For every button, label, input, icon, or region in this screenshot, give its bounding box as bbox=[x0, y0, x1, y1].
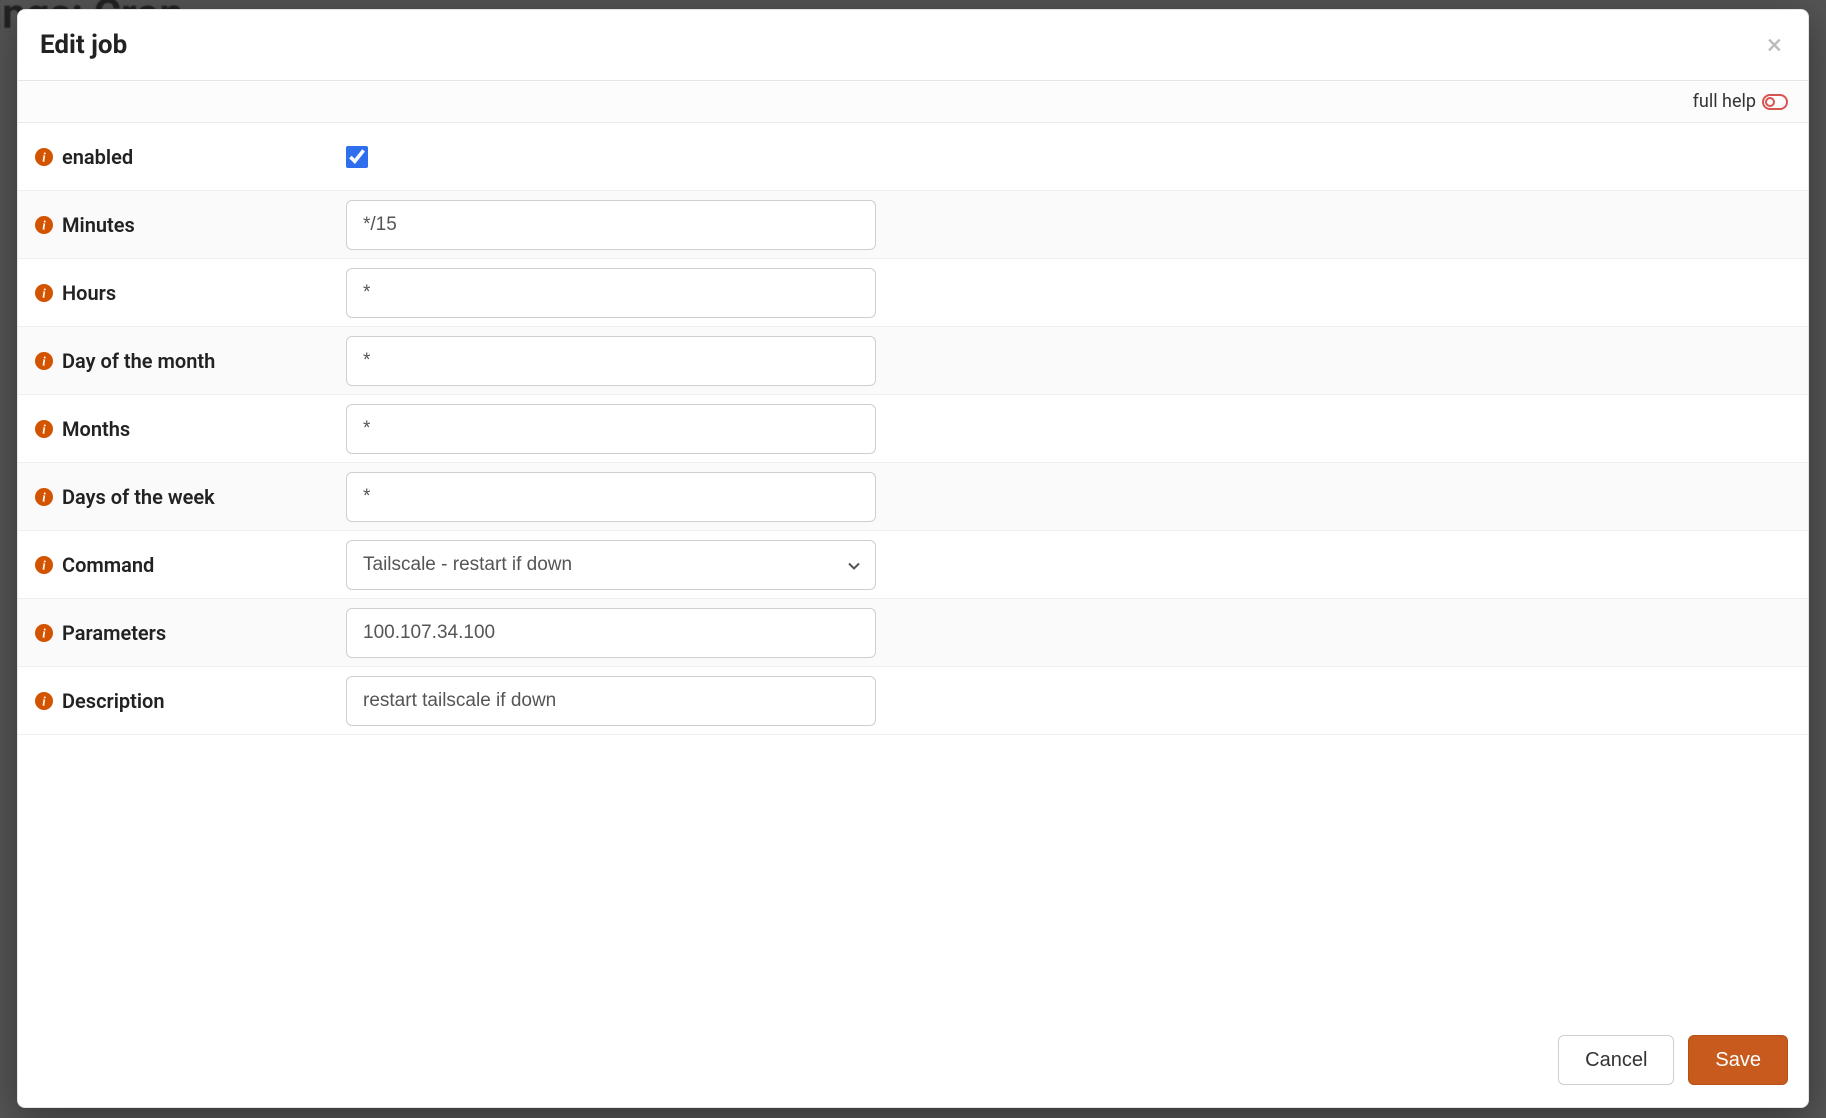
field-label: Description bbox=[62, 689, 165, 713]
save-button[interactable]: Save bbox=[1688, 1035, 1788, 1085]
row-enabled: i enabled bbox=[18, 123, 1808, 191]
row-description: i Description bbox=[18, 667, 1808, 735]
field-label: Day of the month bbox=[62, 349, 215, 373]
info-icon[interactable]: i bbox=[34, 487, 54, 507]
label-months: i Months bbox=[34, 417, 346, 441]
label-parameters: i Parameters bbox=[34, 621, 346, 645]
field-label: Parameters bbox=[62, 621, 166, 645]
info-icon[interactable]: i bbox=[34, 351, 54, 371]
parameters-input[interactable] bbox=[346, 608, 876, 658]
svg-text:i: i bbox=[42, 694, 46, 708]
label-days-of-week: i Days of the week bbox=[34, 485, 346, 509]
full-help-label: full help bbox=[1693, 91, 1756, 112]
field-label: Command bbox=[62, 553, 154, 577]
info-icon[interactable]: i bbox=[34, 691, 54, 711]
field-label: Minutes bbox=[62, 213, 135, 237]
info-icon[interactable]: i bbox=[34, 555, 54, 575]
modal-title: Edit job bbox=[40, 30, 127, 60]
svg-text:i: i bbox=[42, 558, 46, 572]
svg-text:i: i bbox=[42, 150, 46, 164]
row-command: i Command Tailscale - restart if down bbox=[18, 531, 1808, 599]
modal-footer: Cancel Save bbox=[18, 1017, 1808, 1107]
svg-text:i: i bbox=[42, 626, 46, 640]
svg-text:i: i bbox=[42, 286, 46, 300]
edit-job-modal: Edit job × full help i enabled i Minutes bbox=[17, 9, 1809, 1108]
field-label: enabled bbox=[62, 145, 133, 169]
field-label: Days of the week bbox=[62, 485, 215, 509]
svg-text:i: i bbox=[42, 354, 46, 368]
svg-text:i: i bbox=[42, 490, 46, 504]
row-day-of-month: i Day of the month bbox=[18, 327, 1808, 395]
row-months: i Months bbox=[18, 395, 1808, 463]
command-select[interactable]: Tailscale - restart if down bbox=[346, 540, 876, 590]
info-icon[interactable]: i bbox=[34, 283, 54, 303]
description-input[interactable] bbox=[346, 676, 876, 726]
row-hours: i Hours bbox=[18, 259, 1808, 327]
field-label: Hours bbox=[62, 281, 116, 305]
label-enabled: i enabled bbox=[34, 145, 346, 169]
info-icon[interactable]: i bbox=[34, 215, 54, 235]
months-input[interactable] bbox=[346, 404, 876, 454]
label-day-of-month: i Day of the month bbox=[34, 349, 346, 373]
label-command: i Command bbox=[34, 553, 346, 577]
hours-input[interactable] bbox=[346, 268, 876, 318]
form-body: i enabled i Minutes i bbox=[18, 123, 1808, 1017]
info-icon[interactable]: i bbox=[34, 419, 54, 439]
full-help-toggle[interactable] bbox=[1762, 94, 1788, 110]
help-bar: full help bbox=[18, 81, 1808, 123]
label-hours: i Hours bbox=[34, 281, 346, 305]
row-parameters: i Parameters bbox=[18, 599, 1808, 667]
day-of-month-input[interactable] bbox=[346, 336, 876, 386]
svg-text:i: i bbox=[42, 218, 46, 232]
close-icon[interactable]: × bbox=[1767, 31, 1782, 59]
info-icon[interactable]: i bbox=[34, 623, 54, 643]
cancel-button[interactable]: Cancel bbox=[1558, 1035, 1674, 1085]
label-minutes: i Minutes bbox=[34, 213, 346, 237]
minutes-input[interactable] bbox=[346, 200, 876, 250]
svg-text:i: i bbox=[42, 422, 46, 436]
row-minutes: i Minutes bbox=[18, 191, 1808, 259]
modal-header: Edit job × bbox=[18, 10, 1808, 81]
label-description: i Description bbox=[34, 689, 346, 713]
info-icon[interactable]: i bbox=[34, 147, 54, 167]
field-label: Months bbox=[62, 417, 130, 441]
row-days-of-week: i Days of the week bbox=[18, 463, 1808, 531]
enabled-checkbox[interactable] bbox=[346, 146, 368, 168]
days-of-week-input[interactable] bbox=[346, 472, 876, 522]
